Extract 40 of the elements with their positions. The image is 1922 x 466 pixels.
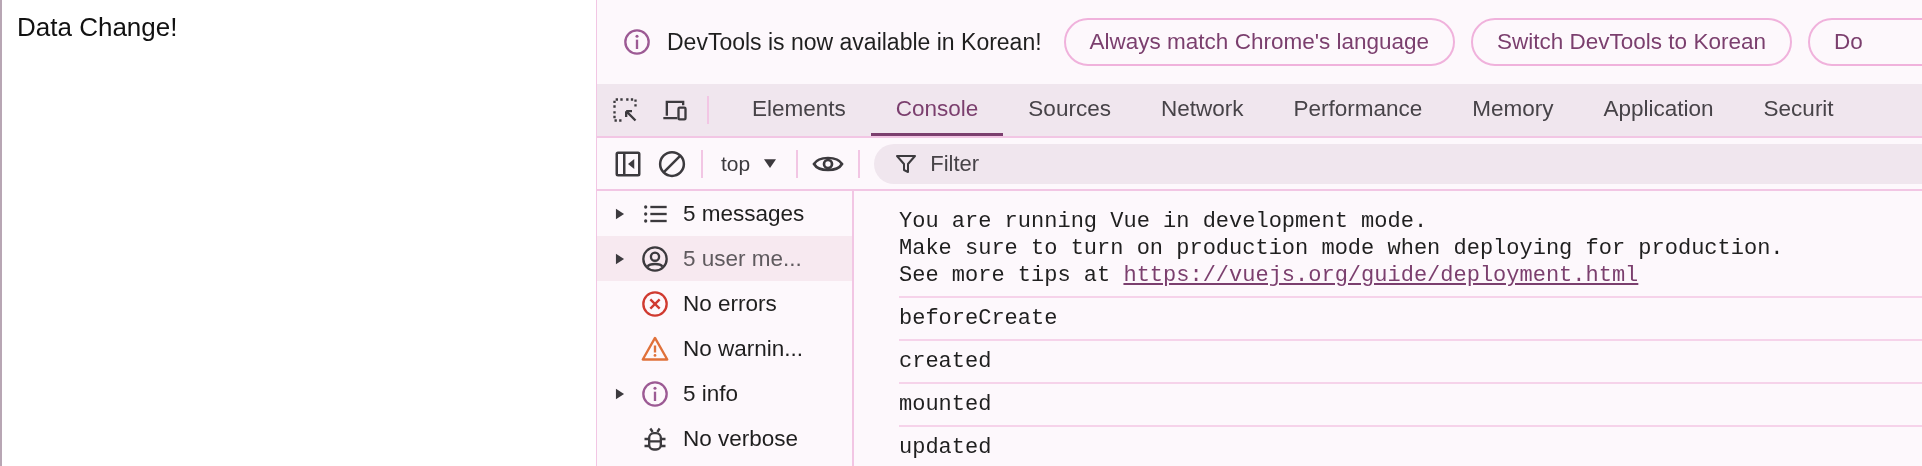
sidebar-label: No verbose bbox=[683, 425, 799, 452]
console-message: updated bbox=[899, 427, 1922, 466]
sidebar-item[interactable]: No verbose bbox=[597, 416, 852, 461]
filter-field[interactable]: Filter bbox=[874, 143, 1922, 184]
inspect-icon bbox=[611, 96, 639, 124]
tab[interactable]: Console bbox=[870, 84, 1004, 136]
infobar-button[interactable]: Do bbox=[1807, 18, 1922, 66]
tab[interactable]: Sources bbox=[1003, 84, 1136, 136]
sidebar-item[interactable]: No warnin... bbox=[597, 326, 852, 371]
sidebar-label: No warnin... bbox=[683, 335, 804, 362]
console-message: created bbox=[899, 341, 1922, 384]
sidebar-label: 5 user me... bbox=[683, 245, 802, 272]
infobar-button[interactable]: Switch DevTools to Korean bbox=[1471, 18, 1792, 66]
info-icon bbox=[623, 28, 651, 56]
infobar-button[interactable]: Always match Chrome's language bbox=[1063, 18, 1456, 66]
error-icon bbox=[641, 289, 669, 318]
context-dropdown[interactable]: top bbox=[717, 151, 783, 176]
console-message: beforeCreate bbox=[899, 298, 1922, 341]
link[interactable]: https://vuejs.org/guide/deployment.html bbox=[1123, 263, 1639, 288]
tab[interactable]: Performance bbox=[1268, 84, 1448, 136]
sidebar-item[interactable]: 5 user me... bbox=[597, 236, 852, 281]
clear-icon bbox=[657, 148, 687, 179]
infobar-message: DevTools is now available in Korean! bbox=[667, 28, 1042, 56]
warning-icon bbox=[641, 334, 669, 363]
sidebar-label: No errors bbox=[683, 290, 777, 317]
console-message: You are running Vue in development mode. Make sure to turn on production mode when deploying for production. See more tips at https://vuejs.org/guide/deployment.html bbox=[899, 201, 1922, 298]
tab[interactable]: Memory bbox=[1447, 84, 1579, 136]
sidebar-label: 5 info bbox=[683, 380, 739, 407]
tab[interactable]: Securit bbox=[1738, 84, 1859, 136]
tab[interactable]: Network bbox=[1135, 84, 1269, 136]
user-icon bbox=[641, 244, 669, 273]
tab[interactable]: Elements bbox=[727, 84, 871, 136]
sidebar-item[interactable]: 5 messages bbox=[597, 191, 852, 236]
info-icon bbox=[641, 379, 669, 408]
console-message: mounted bbox=[899, 384, 1922, 427]
page-heading: Data Change! bbox=[16, 11, 179, 43]
sidebar-item[interactable]: No errors bbox=[597, 281, 852, 326]
tab[interactable]: Application bbox=[1578, 84, 1739, 136]
sidebar-item[interactable]: 5 info bbox=[597, 371, 852, 416]
sidebar-label: 5 messages bbox=[683, 200, 805, 227]
